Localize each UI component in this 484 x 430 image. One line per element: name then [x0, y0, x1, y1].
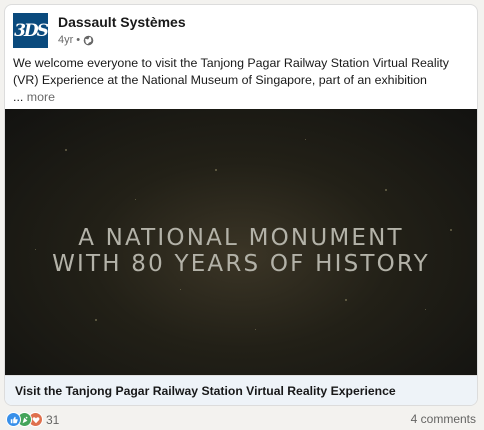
- social-counts: 31 4 comments: [4, 410, 478, 428]
- comments-count-link[interactable]: 4 comments: [411, 412, 476, 426]
- video-player[interactable]: A NATIONAL MONUMENT WITH 80 YEARS OF HIS…: [5, 109, 477, 375]
- ellipsis: ...: [13, 90, 24, 104]
- dust-particle: [385, 189, 387, 191]
- dust-particle: [305, 139, 306, 140]
- video-title-line-1: A NATIONAL MONUMENT: [78, 225, 404, 251]
- logo-mark: 3DS: [14, 20, 49, 41]
- company-logo[interactable]: 3DS: [13, 13, 49, 48]
- reactions-summary[interactable]: 31: [6, 412, 59, 427]
- dust-particle: [95, 319, 97, 321]
- see-more-link[interactable]: more: [27, 90, 55, 104]
- post-age: 4yr: [58, 34, 74, 46]
- post-text-line: We welcome everyone to visit the Tanjong…: [13, 56, 449, 70]
- feed-post-card: 3DS Dassault Systèmes 4yr • We welcome e…: [4, 4, 478, 406]
- meta-separator: •: [76, 34, 81, 46]
- post-text-line: (VR) Experience at the National Museum o…: [13, 73, 427, 87]
- dust-particle: [345, 299, 347, 301]
- like-icon: [6, 412, 21, 427]
- dust-particle: [180, 289, 181, 290]
- dust-particle: [135, 199, 136, 200]
- company-name[interactable]: Dassault Systèmes: [58, 14, 186, 30]
- dust-particle: [65, 149, 67, 151]
- dust-particle: [215, 169, 217, 171]
- dust-particle: [425, 309, 426, 310]
- globe-icon: [83, 35, 94, 45]
- link-caption: Visit the Tanjong Pagar Railway Station …: [15, 384, 396, 398]
- post-meta: 4yr •: [58, 34, 94, 46]
- post-text: We welcome everyone to visit the Tanjong…: [13, 55, 471, 106]
- link-preview-bar[interactable]: Visit the Tanjong Pagar Railway Station …: [5, 375, 477, 405]
- post-text-more-line: ... more: [13, 89, 471, 106]
- reaction-count: 31: [46, 412, 60, 427]
- dust-particle: [255, 329, 256, 330]
- video-title-line-2: WITH 80 YEARS OF HISTORY: [52, 251, 430, 277]
- post-header: 3DS Dassault Systèmes 4yr •: [13, 13, 453, 49]
